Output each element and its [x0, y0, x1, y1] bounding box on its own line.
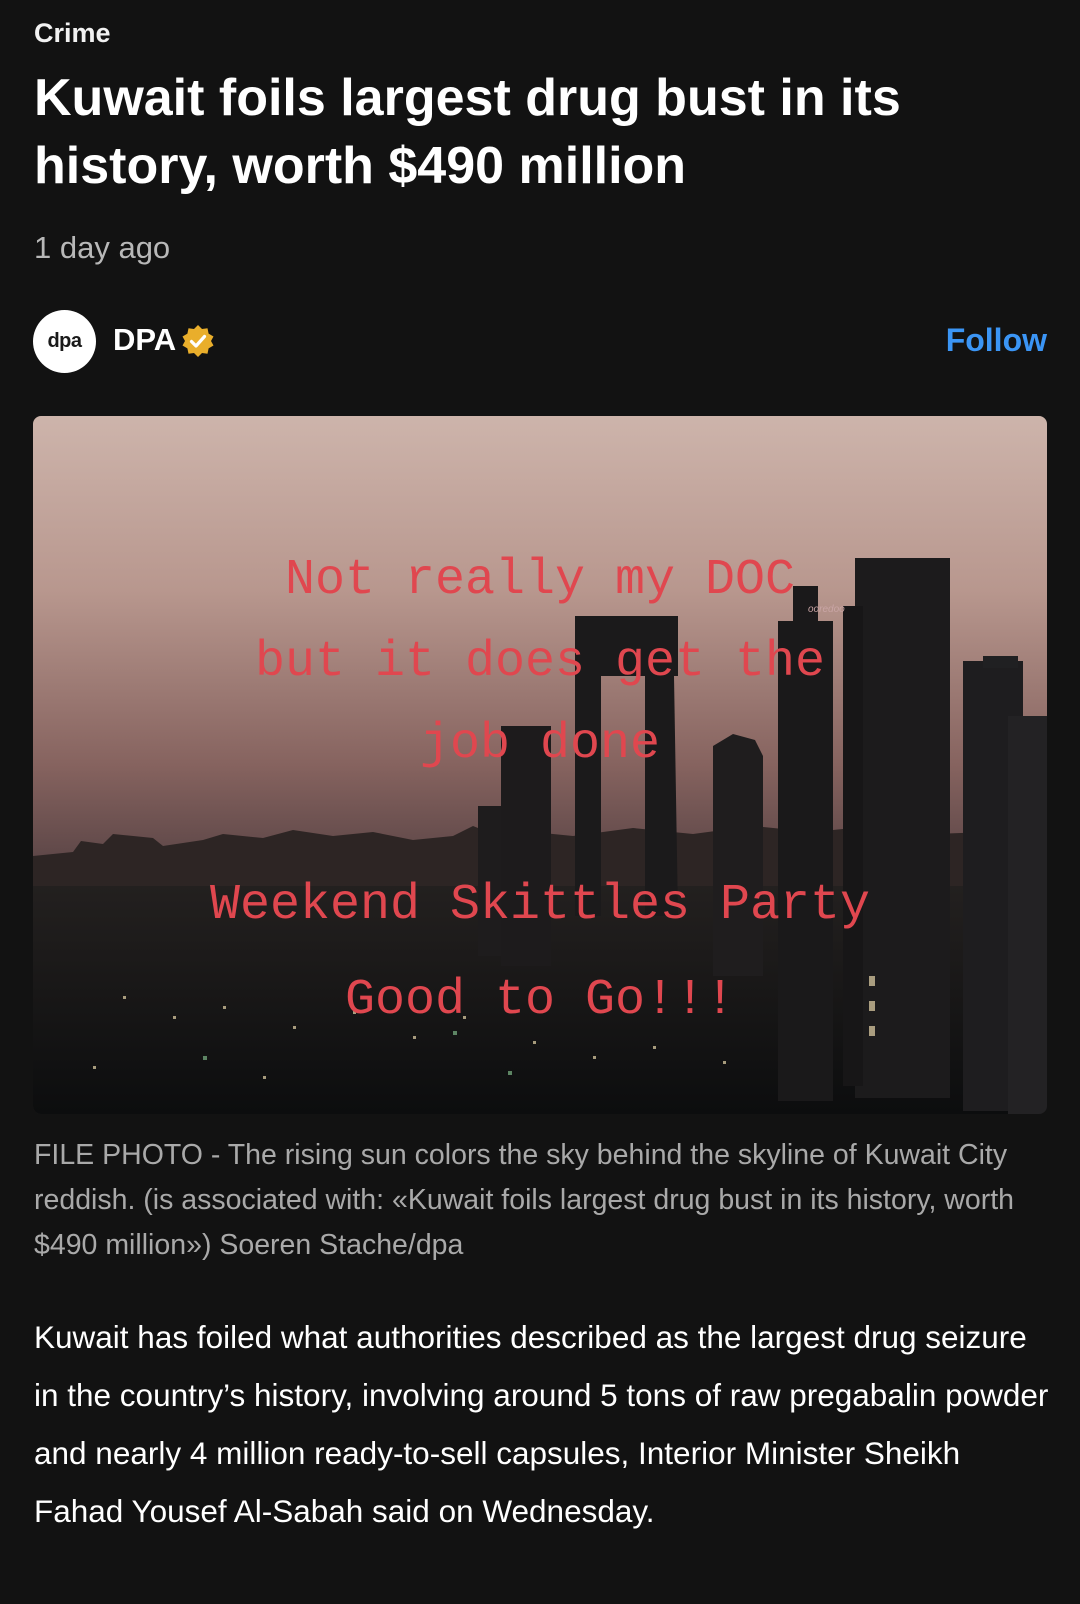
article-photo[interactable]: Not really my DOC but it does get the jo…: [33, 416, 1047, 1114]
overlay-line: Good to Go!!!: [344, 972, 736, 1029]
category-label[interactable]: Crime: [34, 18, 111, 49]
article-page: Crime Kuwait foils largest drug bust in …: [0, 0, 1080, 1604]
source-name[interactable]: DPA: [113, 322, 176, 358]
overlay-line: Weekend Skittles Party: [209, 877, 871, 934]
timestamp: 1 day ago: [34, 230, 171, 265]
overlay-text-bottom: Weekend Skittles Party Good to Go!!!: [33, 858, 1047, 1048]
source-avatar[interactable]: dpa: [33, 310, 96, 373]
overlay-line: job done: [419, 716, 661, 773]
photo-caption: FILE PHOTO - The rising sun colors the s…: [34, 1139, 1014, 1261]
overlay-line: but it does get the: [254, 634, 826, 691]
follow-button[interactable]: Follow: [946, 322, 1047, 359]
overlay-text-top: Not really my DOC but it does get the jo…: [33, 540, 1047, 786]
source-row: dpa DPA Follow: [33, 310, 1047, 374]
article-body: Kuwait has foiled what authorities descr…: [34, 1319, 1049, 1529]
verified-badge-icon: [182, 325, 214, 357]
overlay-line: Not really my DOC: [284, 552, 796, 609]
building-sign: ooredoo: [808, 604, 845, 615]
headline: Kuwait foils largest drug bust in its hi…: [34, 69, 901, 195]
